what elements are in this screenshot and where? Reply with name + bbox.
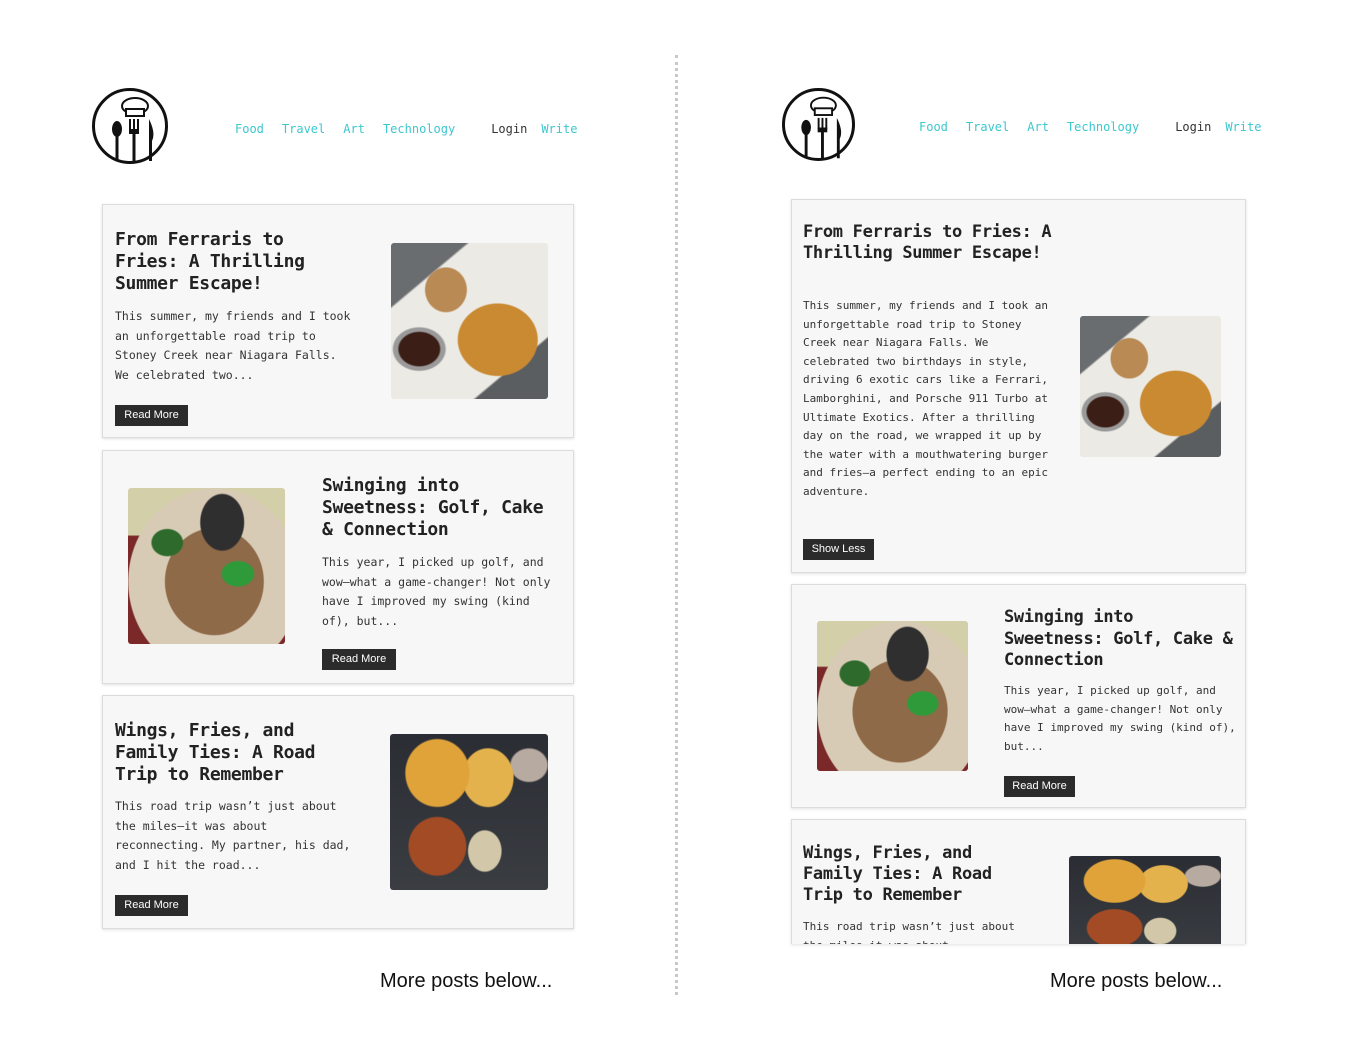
nav-link-art[interactable]: Art xyxy=(1027,120,1049,134)
left-screenshot: Food Travel Art Technology Login Write F… xyxy=(0,0,675,1050)
chef-hat-cutlery-icon[interactable] xyxy=(92,88,168,164)
panel-divider xyxy=(675,55,678,995)
burger-fries-photo xyxy=(1080,316,1221,457)
show-less-button[interactable]: Show Less xyxy=(803,539,874,560)
write-link[interactable]: Write xyxy=(541,122,577,136)
chef-hat-cutlery-icon[interactable] xyxy=(782,88,855,161)
read-more-button[interactable]: Read More xyxy=(322,649,396,670)
read-more-button[interactable]: Read More xyxy=(1004,776,1075,797)
post-excerpt: This road trip wasn’t just about the mil… xyxy=(115,799,351,872)
nav-link-technology[interactable]: Technology xyxy=(1067,120,1139,134)
birthday-cake-photo xyxy=(128,488,285,644)
nav-link-art[interactable]: Art xyxy=(343,122,365,136)
post-card: Swinging into Sweetness: Golf, Cake & Co… xyxy=(102,450,574,684)
read-more-button[interactable]: Read More xyxy=(115,895,188,916)
post-excerpt: This year, I picked up golf, and wow—wha… xyxy=(322,555,551,628)
burger-fries-photo xyxy=(391,243,548,399)
post-title[interactable]: Swinging into Sweetness: Golf, Cake & Co… xyxy=(322,475,562,541)
nav-link-travel[interactable]: Travel xyxy=(282,122,325,136)
right-screenshot: Food Travel Art Technology Login Write F… xyxy=(680,0,1350,1050)
more-posts-caption: More posts below... xyxy=(380,970,553,992)
post-title[interactable]: Wings, Fries, and Family Ties: A Road Tr… xyxy=(115,720,335,786)
post-title[interactable]: Swinging into Sweetness: Golf, Cake & Co… xyxy=(1004,607,1239,672)
post-title[interactable]: Wings, Fries, and Family Ties: A Road Tr… xyxy=(803,843,1023,906)
post-card: From Ferraris to Fries: A Thrilling Summ… xyxy=(102,204,574,438)
post-excerpt: This summer, my friends and I took an un… xyxy=(115,309,351,382)
login-link[interactable]: Login xyxy=(1175,120,1211,134)
post-title[interactable]: From Ferraris to Fries: A Thrilling Summ… xyxy=(115,229,335,295)
nav-link-travel[interactable]: Travel xyxy=(966,120,1009,134)
nav-link-food[interactable]: Food xyxy=(235,122,264,136)
write-link[interactable]: Write xyxy=(1225,120,1261,134)
read-more-button[interactable]: Read More xyxy=(115,405,188,426)
nav-link-technology[interactable]: Technology xyxy=(383,122,455,136)
login-link[interactable]: Login xyxy=(491,122,527,136)
birthday-cake-photo xyxy=(817,621,968,771)
top-navigation: Food Travel Art Technology Login Write xyxy=(235,122,577,136)
post-card: Wings, Fries, and Family Ties: A Road Tr… xyxy=(102,695,574,929)
post-title[interactable]: From Ferraris to Fries: A Thrilling Summ… xyxy=(803,222,1053,264)
post-card: Wings, Fries, and Family Ties: A Road Tr… xyxy=(791,819,1246,944)
post-card-expanded: From Ferraris to Fries: A Thrilling Summ… xyxy=(791,199,1246,573)
more-posts-caption: More posts below... xyxy=(1050,970,1223,992)
nav-link-food[interactable]: Food xyxy=(919,120,948,134)
post-card: Swinging into Sweetness: Golf, Cake & Co… xyxy=(791,584,1246,808)
top-navigation: Food Travel Art Technology Login Write xyxy=(919,120,1261,134)
post-excerpt: This year, I picked up golf, and wow—wha… xyxy=(1004,684,1236,753)
wings-fries-photo xyxy=(1069,856,1221,944)
post-excerpt: This summer, my friends and I took an un… xyxy=(803,299,1049,498)
wings-fries-photo xyxy=(390,734,548,890)
post-excerpt: This road trip wasn’t just about the mil… xyxy=(803,920,1015,944)
